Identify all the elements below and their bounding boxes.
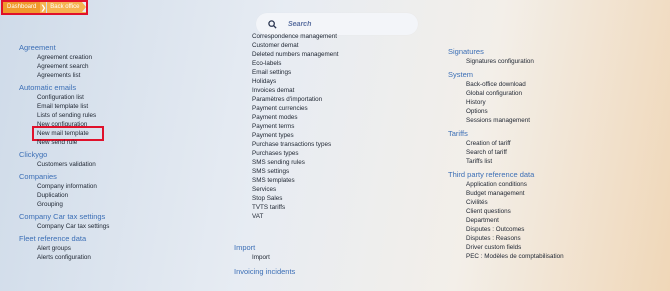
menu-item[interactable]: Customer demat [252,41,338,50]
menu-item[interactable]: Services [252,185,338,194]
menu-item[interactable]: Holidays [252,77,338,86]
menu-category: Company Car tax settings [19,212,106,221]
menu-item[interactable]: Eco-labels [252,59,338,68]
menu-group-third-party: Third party reference data Application c… [448,170,564,261]
menu-column-2: Correspondence management Customer demat… [252,33,338,221]
menu-item[interactable]: History [466,98,564,107]
menu-item[interactable]: New configuration [37,120,109,129]
menu-item[interactable]: Tariffs list [466,157,564,166]
menu-item[interactable]: Alert groups [37,244,109,253]
menu-column-1: Agreement Agreement creation Agreement s… [19,43,109,262]
menu-group-import: Import Import [234,243,270,262]
menu-category: Tariffs [448,129,468,138]
menu-item[interactable]: Department [466,216,564,225]
menu-item[interactable]: Configuration list [37,93,109,102]
menu-item[interactable]: Company information [37,182,109,191]
new-mail-template-link[interactable]: New mail template [32,126,104,141]
menu-category: Agreement [19,43,56,52]
menu-item[interactable]: Customers validation [37,160,109,169]
breadcrumb-dashboard[interactable]: Dashboard [3,2,43,13]
menu-item[interactable]: Agreement search [37,62,109,71]
menu-item[interactable]: Back-office download [466,80,564,89]
menu-group-clickygo: Clickygo Customers validation [19,150,109,169]
menu-category: Signatures [448,47,484,56]
menu-item[interactable]: Lists of sending rules [37,111,109,120]
menu-item[interactable]: Payment types [252,131,338,140]
menu-item[interactable]: Agreements list [37,71,109,80]
menu-item[interactable]: TVTS tariffs [252,203,338,212]
search-icon [268,19,277,29]
menu-category: Clickygo [19,150,48,159]
menu-item[interactable]: Purchases types [252,149,338,158]
menu-category: System [448,70,474,79]
menu-item[interactable]: Email settings [252,68,338,77]
menu-item[interactable]: SMS templates [252,176,338,185]
menu-item[interactable]: New send rule [37,138,109,147]
menu-item[interactable]: Import [252,253,270,262]
menu-category: Companies [19,172,57,181]
chevron-right-icon: ❯ [40,2,47,13]
menu-category: Import [234,243,256,252]
menu-item[interactable]: Driver custom fields [466,243,564,252]
menu-item[interactable]: Company Car tax settings [37,222,109,231]
breadcrumb: Dashboard ❯ Back office [1,0,89,15]
menu-item-highlight-wrap: New mail template [19,126,109,141]
breadcrumb-back-office[interactable]: Back office [47,2,87,13]
menu-item[interactable]: Agreement creation [37,53,109,62]
menu-item[interactable]: Signatures configuration [466,57,564,66]
menu-item[interactable]: Creation of tariff [466,139,564,148]
menu-item[interactable]: Budget management [466,189,564,198]
menu-item[interactable]: Purchase transactions types [252,140,338,149]
menu-item[interactable]: Sessions management [466,116,564,125]
menu-group-signatures: Signatures Signatures configuration [448,47,564,66]
menu-category: Third party reference data [448,170,535,179]
menu-group-company-car-tax: Company Car tax settings Company Car tax… [19,212,109,231]
search-input[interactable] [286,19,400,29]
menu-item[interactable]: Paramètres d'importation [252,95,338,104]
menu-group-fleet-reference-data: Fleet reference data Alert groups Alerts… [19,234,109,262]
menu-item[interactable]: Payment modes [252,113,338,122]
menu-group-system: System Back-office download Global confi… [448,70,564,125]
menu-item[interactable]: Grouping [37,200,109,209]
menu-group-automatic-emails: Automatic emails Configuration list Emai… [19,83,109,147]
menu-item[interactable]: Client questions [466,207,564,216]
menu-item[interactable]: Disputes : Reasons [466,234,564,243]
menu-item[interactable]: VAT [252,212,338,221]
menu-item[interactable]: Options [466,107,564,116]
menu-item[interactable]: Email template list [37,102,109,111]
menu-item[interactable]: PEC : Modèles de comptabilisation [466,252,564,261]
menu-item[interactable]: Deleted numbers management [252,50,338,59]
menu-category: Fleet reference data [19,234,87,243]
menu-item[interactable]: Payment terms [252,122,338,131]
menu-item[interactable]: SMS sending rules [252,158,338,167]
menu-column-3: Signatures Signatures configuration Syst… [448,47,564,261]
menu-item[interactable]: Correspondence management [252,32,338,41]
menu-item[interactable]: Disputes : Outcomes [466,225,564,234]
menu-category: Automatic emails [19,83,77,92]
menu-category: Invoicing incidents [234,267,296,276]
menu-item[interactable]: Civilités [466,198,564,207]
menu-group-agreement: Agreement Agreement creation Agreement s… [19,43,109,80]
menu-item[interactable]: Duplication [37,191,109,200]
menu-group-invoicing-incidents: Invoicing incidents [234,267,295,277]
menu-item[interactable]: SMS settings [252,167,338,176]
menu-item[interactable]: Stop Sales [252,194,338,203]
menu-item[interactable]: Alerts configuration [37,253,109,262]
menu-item[interactable]: Invoices demat [252,86,338,95]
menu-group-companies: Companies Company information Duplicatio… [19,172,109,209]
menu-group-tariffs: Tariffs Creation of tariff Search of tar… [448,129,564,166]
menu-item[interactable]: Application conditions [466,180,564,189]
menu-item[interactable]: Payment currencies [252,104,338,113]
menu-item[interactable]: Search of tariff [466,148,564,157]
menu-item[interactable]: Global configuration [466,89,564,98]
